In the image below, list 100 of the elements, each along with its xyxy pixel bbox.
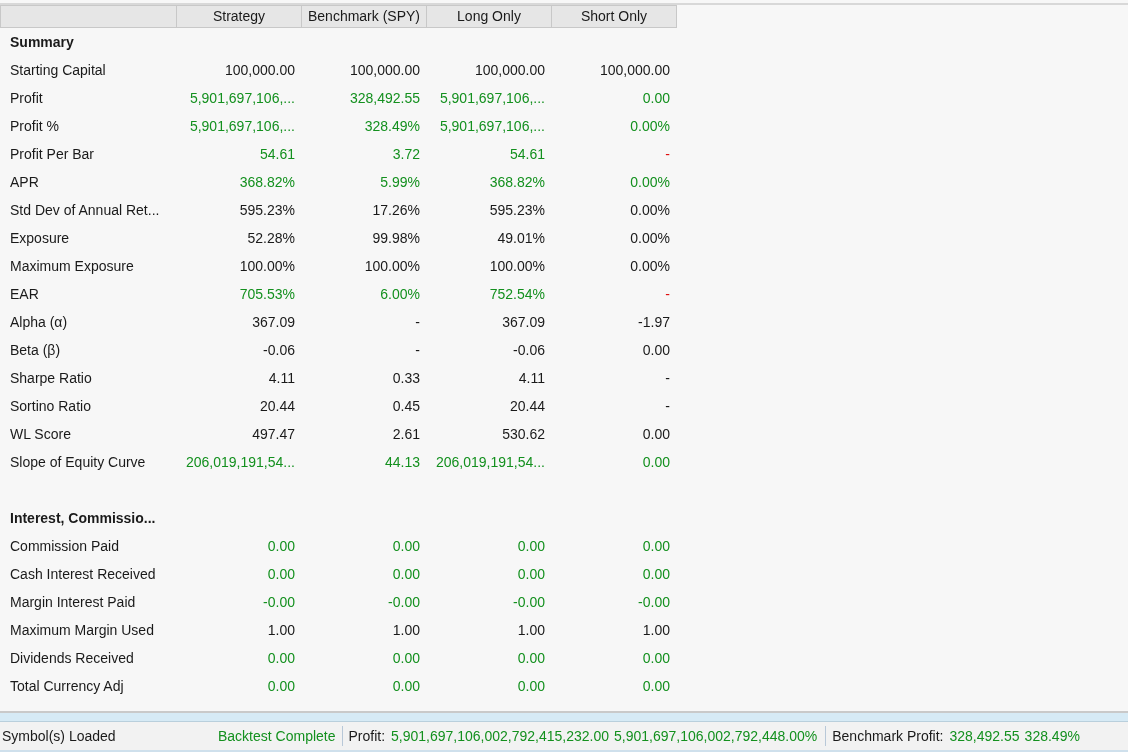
metric-value: -0.06 xyxy=(512,341,546,360)
metric-value: 0.00 xyxy=(391,677,421,696)
metric-label: Commission Paid xyxy=(9,537,120,556)
metric-value: 206,019,191,54... xyxy=(185,453,296,472)
column-header[interactable]: Strategy xyxy=(177,5,302,28)
metric-value: 99.98% xyxy=(371,229,421,248)
splitter-bar[interactable] xyxy=(0,711,1128,722)
metric-value: 0.00 xyxy=(391,649,421,668)
metric-value: - xyxy=(664,145,671,164)
metric-value: 1.00 xyxy=(391,621,421,640)
metric-value: 5,901,697,106,... xyxy=(438,117,546,136)
metric-value: 100.00% xyxy=(488,257,546,276)
metric-label: Std Dev of Annual Ret... xyxy=(9,201,161,220)
metric-value: -0.00 xyxy=(262,593,296,612)
metric-value: 1.00 xyxy=(641,621,671,640)
metric-value: 100,000.00 xyxy=(223,61,296,80)
metric-value: 44.13 xyxy=(383,453,421,472)
status-text: Symbol(s) Loaded xyxy=(1,728,117,744)
metric-value: 0.00 xyxy=(641,425,671,444)
metric-value: 5,901,697,106,... xyxy=(188,89,296,108)
metric-value: 0.00 xyxy=(391,537,421,556)
metric-value: -1.97 xyxy=(637,313,671,332)
profit-percent: 5,901,697,106,002,792,448.00% xyxy=(614,728,818,744)
metric-value: 0.00% xyxy=(629,173,671,192)
metric-value: 0.00 xyxy=(641,537,671,556)
metric-label: Margin Interest Paid xyxy=(9,593,137,612)
metric-value: 595.23% xyxy=(238,201,296,220)
benchmark-value: 328,492.55 xyxy=(949,728,1020,744)
metric-value: 497.47 xyxy=(251,425,296,444)
profit-value: 5,901,697,106,002,792,415,232.00 xyxy=(391,728,610,744)
metric-value: 100,000.00 xyxy=(473,61,546,80)
metric-label: Sharpe Ratio xyxy=(9,369,93,388)
metric-value: 0.00% xyxy=(629,117,671,136)
metric-value: 0.00 xyxy=(641,649,671,668)
metric-value: 0.00 xyxy=(266,565,296,584)
metric-label: APR xyxy=(9,173,40,192)
metric-value: 530.62 xyxy=(501,425,546,444)
metric-value: 5.99% xyxy=(379,173,421,192)
metric-value: 595.23% xyxy=(488,201,546,220)
metric-value: 0.00 xyxy=(516,565,546,584)
metric-value: -0.00 xyxy=(387,593,421,612)
metric-value: 705.53% xyxy=(238,285,296,304)
metric-value: 0.00 xyxy=(641,341,671,360)
metric-value: 0.00 xyxy=(266,649,296,668)
metric-value: 0.00 xyxy=(516,677,546,696)
metric-label: Slope of Equity Curve xyxy=(9,453,147,472)
metric-label: Maximum Exposure xyxy=(9,257,135,276)
metric-value: 0.33 xyxy=(391,369,421,388)
metric-value: - xyxy=(414,341,421,360)
section-heading: Interest, Commissio... xyxy=(9,509,157,528)
metric-value: 0.00 xyxy=(641,89,671,108)
metric-value: 328,492.55 xyxy=(348,89,421,108)
metric-value: 1.00 xyxy=(516,621,546,640)
metric-value: 0.45 xyxy=(391,397,421,416)
metric-value: 4.11 xyxy=(267,369,296,388)
metric-value: 3.72 xyxy=(391,145,421,164)
metric-value: 0.00 xyxy=(266,677,296,696)
metric-value: 368.82% xyxy=(488,173,546,192)
metric-value: 367.09 xyxy=(501,313,546,332)
metric-value: 17.26% xyxy=(371,201,421,220)
metric-value: 100,000.00 xyxy=(598,61,671,80)
column-header[interactable]: Long Only xyxy=(427,5,552,28)
metric-value: 5,901,697,106,... xyxy=(188,117,296,136)
metric-value: 20.44 xyxy=(508,397,546,416)
metric-value: - xyxy=(664,397,671,416)
column-header[interactable]: Short Only xyxy=(552,5,677,28)
metric-value: 0.00 xyxy=(641,565,671,584)
metric-value: - xyxy=(414,313,421,332)
metric-value: 328.49% xyxy=(363,117,421,136)
metric-value: 6.00% xyxy=(379,285,421,304)
metric-value: 0.00 xyxy=(641,453,671,472)
metric-value: 367.09 xyxy=(251,313,296,332)
column-header[interactable]: Benchmark (SPY) xyxy=(302,5,427,28)
metric-value: 0.00% xyxy=(629,257,671,276)
metric-value: 20.44 xyxy=(258,397,296,416)
metric-value: 0.00 xyxy=(516,537,546,556)
metric-value: 206,019,191,54... xyxy=(435,453,546,472)
profit-label: Profit: xyxy=(347,728,387,744)
metric-value: 54.61 xyxy=(508,145,546,164)
metric-value: 752.54% xyxy=(488,285,546,304)
metric-label: Beta (β) xyxy=(9,341,62,360)
metric-value: 368.82% xyxy=(238,173,296,192)
metric-value: 100.00% xyxy=(238,257,296,276)
metric-value: 1.00 xyxy=(266,621,296,640)
section-heading: Summary xyxy=(9,33,75,52)
metric-label: Cash Interest Received xyxy=(9,565,157,584)
metric-label: WL Score xyxy=(9,425,72,444)
metric-value: 100,000.00 xyxy=(348,61,421,80)
metric-label: Maximum Margin Used xyxy=(9,621,155,640)
metric-value: 100.00% xyxy=(363,257,421,276)
metric-label: Sortino Ratio xyxy=(9,397,92,416)
metric-value: 54.61 xyxy=(258,145,296,164)
metric-value: 0.00 xyxy=(516,649,546,668)
metric-value: 5,901,697,106,... xyxy=(438,89,546,108)
metric-label: Dividends Received xyxy=(9,649,135,668)
metric-label: Profit Per Bar xyxy=(9,145,96,164)
metric-value: 0.00% xyxy=(629,201,671,220)
metric-value: 2.61 xyxy=(391,425,421,444)
metric-value: 4.11 xyxy=(517,369,546,388)
metric-label: Exposure xyxy=(9,229,71,248)
